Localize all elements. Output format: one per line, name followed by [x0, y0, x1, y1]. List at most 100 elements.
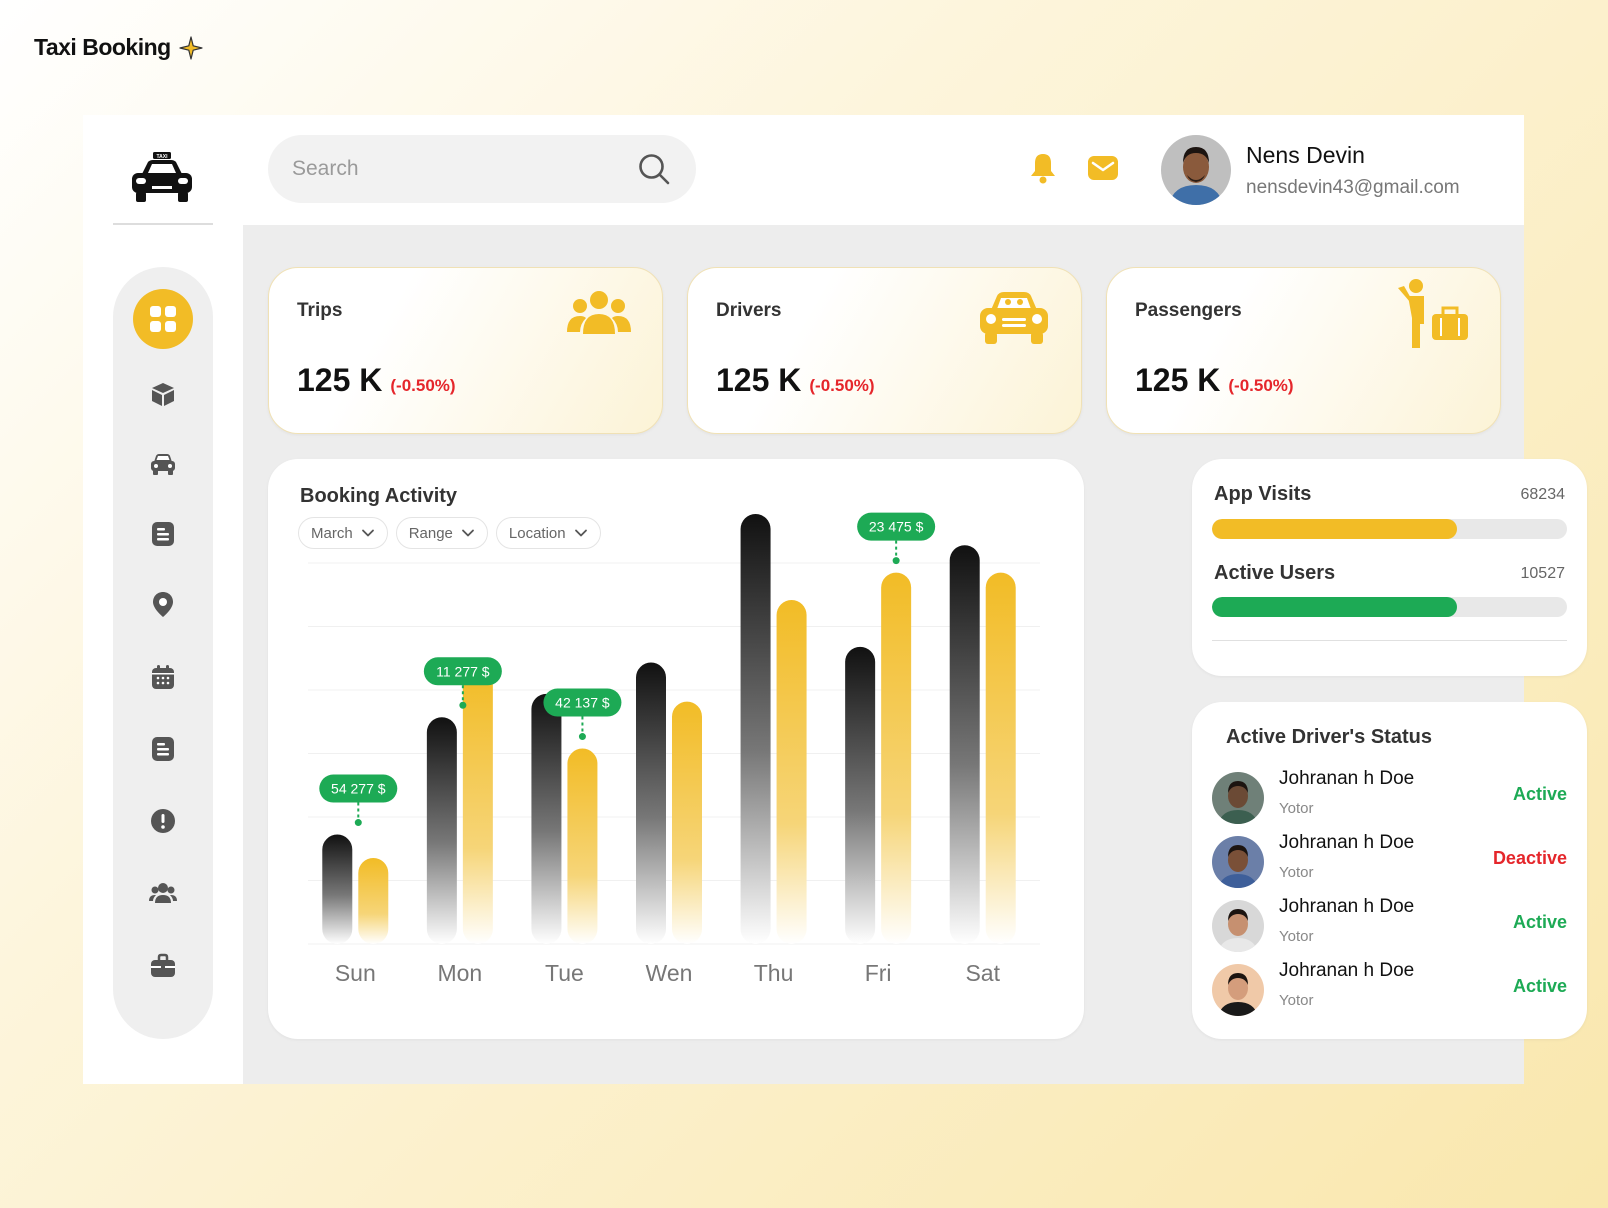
driver-name: Johranan h Doe: [1279, 768, 1415, 789]
user-name: Nens Devin: [1246, 142, 1365, 168]
stat-title: Drivers: [716, 300, 782, 321]
sidebar-item-users[interactable]: [146, 876, 180, 910]
booking-filters: March Range Location: [298, 517, 601, 549]
dashboard-frame: TAXI Search Nens Devin nensdevin43@gmail…: [83, 115, 1587, 1084]
sidebar-item-dashboard[interactable]: [133, 289, 193, 349]
driver-vehicle: Yotor: [1279, 928, 1314, 945]
bar-yellow-fri[interactable]: [881, 572, 912, 944]
list-document-icon: [152, 737, 174, 761]
mail-icon[interactable]: [1086, 151, 1120, 185]
sidebar-item-alerts[interactable]: [146, 804, 180, 838]
location-pin-icon: [153, 592, 173, 617]
sidebar-item-cars[interactable]: [146, 447, 180, 481]
driver-row[interactable]: Johranan h Doe Yotor Active: [1212, 960, 1567, 1018]
driver-row[interactable]: Johranan h Doe Yotor Deactive: [1212, 832, 1567, 890]
driver-status: Active: [1512, 976, 1567, 996]
driver-vehicle: Yotor: [1279, 864, 1314, 881]
driver-row[interactable]: Johranan h Doe Yotor Active: [1212, 768, 1567, 826]
driver-name: Johranan h Doe: [1279, 896, 1415, 917]
taxi-front-icon: [980, 292, 1048, 344]
sidebar-item-reports[interactable]: [146, 732, 180, 766]
stat-card-drivers[interactable]: Drivers 125 K (-0.50%): [687, 267, 1082, 434]
x-tick-label: Sat: [965, 960, 1000, 986]
active-users-value: 10527: [1520, 565, 1566, 582]
stat-value: 125 K: [1135, 362, 1221, 398]
stat-card-trips[interactable]: Trips 125 K (-0.50%): [268, 267, 663, 434]
user-email: nensdevin43@gmail.com: [1246, 177, 1460, 198]
bar-dark-thu[interactable]: [740, 514, 771, 944]
bar-yellow-tue[interactable]: [567, 748, 598, 944]
svg-text:TAXI: TAXI: [156, 154, 168, 160]
driver-avatar: [1212, 836, 1264, 888]
bar-yellow-sat[interactable]: [985, 572, 1016, 944]
app-visits-card: App Visits 68234 Active Users 10527: [1192, 459, 1587, 676]
document-icon: [152, 522, 174, 546]
filter-label: Location: [508, 524, 566, 542]
svg-text:42 137 $: 42 137 $: [555, 695, 610, 711]
driver-name: Johranan h Doe: [1279, 960, 1415, 981]
stat-card-passengers[interactable]: Passengers 125 K (-0.50%): [1106, 267, 1501, 434]
driver-status: Active: [1512, 912, 1567, 932]
bar-yellow-mon[interactable]: [462, 670, 493, 944]
bar-dark-sat[interactable]: [949, 545, 980, 944]
driver-avatar: [1212, 772, 1264, 824]
filter-range-dropdown[interactable]: Range: [395, 517, 488, 549]
search-input[interactable]: [292, 157, 636, 181]
filter-month-dropdown[interactable]: March: [298, 517, 388, 549]
stat-change: (-0.50%): [1228, 376, 1294, 395]
driver-name: Johranan h Doe: [1279, 832, 1415, 853]
app-visits-value: 68234: [1520, 486, 1566, 503]
bar-yellow-sun[interactable]: [358, 858, 389, 944]
stat-value-row: 125 K (-0.50%): [297, 362, 456, 399]
sidebar-item-documents[interactable]: [146, 517, 180, 551]
brand: Taxi Booking: [34, 34, 203, 61]
app-visits-label: App Visits: [1214, 483, 1312, 505]
passenger-luggage-icon: [1398, 279, 1468, 348]
stat-value: 125 K: [716, 362, 802, 398]
driver-vehicle: Yotor: [1279, 800, 1314, 817]
svg-text:54 277 $: 54 277 $: [331, 781, 386, 797]
active-users-progress-fill: [1212, 597, 1457, 617]
car-icon: [151, 454, 175, 475]
bar-dark-wen[interactable]: [636, 662, 666, 944]
sidebar-item-calendar[interactable]: [146, 660, 180, 694]
sidebar-item-packages[interactable]: [146, 377, 180, 411]
svg-text:11 277 $: 11 277 $: [436, 663, 490, 679]
active-users-label: Active Users: [1214, 562, 1336, 584]
search-icon[interactable]: [636, 151, 672, 187]
dashboard-grid-icon: [150, 306, 176, 332]
bar-dark-tue[interactable]: [531, 693, 562, 944]
driver-avatar: [1212, 964, 1264, 1016]
stat-value-row: 125 K (-0.50%): [716, 362, 875, 399]
booking-activity-card: Sun Mon Tue Wen Thu Fri Sat 54 277 $ 11 277 $ 42 …: [268, 459, 1084, 1039]
x-tick-label: Thu: [754, 960, 794, 986]
user-avatar-image: [1161, 135, 1231, 205]
bar-dark-mon[interactable]: [426, 717, 457, 944]
x-tick-label: Mon: [437, 960, 482, 986]
bell-icon[interactable]: [1026, 151, 1060, 185]
bar-dark-sun[interactable]: [322, 834, 353, 944]
driver-status: Active: [1512, 784, 1567, 804]
bar-yellow-thu[interactable]: [776, 600, 807, 944]
sidebar-item-locations[interactable]: [146, 587, 180, 621]
driver-row[interactable]: Johranan h Doe Yotor Active: [1212, 896, 1567, 954]
brand-title: Taxi Booking: [34, 34, 171, 60]
topbar: Nens Devin nensdevin43@gmail.com: [243, 115, 1524, 225]
bar-dark-fri[interactable]: [845, 646, 876, 944]
booking-title: Booking Activity: [300, 485, 458, 507]
x-tick-label: Wen: [646, 960, 693, 986]
chevron-down-icon: [574, 529, 587, 537]
sidebar-item-business[interactable]: [146, 949, 180, 983]
active-users-progress: [1212, 597, 1567, 617]
sidebar-nav: [113, 267, 213, 1039]
stat-value-row: 125 K (-0.50%): [1135, 362, 1294, 399]
filter-location-dropdown[interactable]: Location: [495, 517, 601, 549]
user-avatar[interactable]: [1161, 135, 1231, 205]
divider: [1212, 640, 1567, 641]
app-visits-progress-fill: [1212, 519, 1457, 539]
bar-yellow-wen[interactable]: [672, 701, 702, 944]
value-badge: 23 475 $: [857, 512, 936, 565]
search-box: [268, 135, 696, 203]
group-icon: [567, 291, 631, 334]
box-icon: [152, 383, 174, 406]
